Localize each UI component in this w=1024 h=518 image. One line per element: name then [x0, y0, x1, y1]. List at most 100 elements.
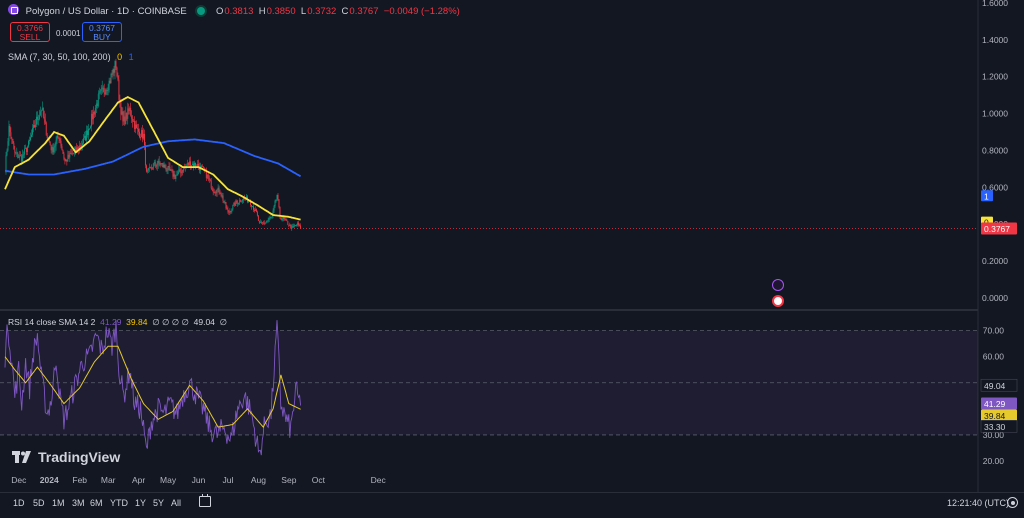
candle-body [300, 225, 302, 229]
us-flag-event-icon[interactable] [772, 295, 784, 307]
candle-body [208, 178, 210, 180]
candle-body [26, 147, 28, 153]
calendar-icon[interactable] [199, 494, 211, 507]
candle-body [121, 111, 123, 115]
candle-body [168, 166, 170, 167]
candle-body [111, 73, 113, 75]
range-button-1y[interactable]: 1Y [135, 498, 146, 508]
range-button-5d[interactable]: 5D [33, 498, 45, 508]
sma-yellow-line [4, 95, 301, 221]
rsi-legend[interactable]: RSI 14 close SMA 14 2 41.29 39.84 ∅ ∅ ∅ … [8, 317, 227, 328]
candle-body [166, 170, 168, 172]
range-button-3m[interactable]: 3M [72, 498, 85, 508]
candle-body [31, 134, 32, 138]
candle-body [158, 160, 160, 164]
candle-body [227, 209, 229, 212]
range-button-6m[interactable]: 6M [90, 498, 103, 508]
tradingview-logo-icon [12, 451, 31, 463]
market-status-icon[interactable] [197, 7, 206, 16]
buy-button[interactable]: 0.3767 BUY [82, 22, 122, 42]
rsi-legend-empty: ∅ ∅ ∅ ∅ [152, 317, 189, 327]
candle-body [85, 135, 86, 141]
candle-body [68, 154, 70, 158]
symbol-legend: Polygon / US Dollar · 1D · COINBASE O0.3… [8, 4, 460, 17]
range-button-ytd[interactable]: YTD [110, 498, 128, 508]
gear-icon[interactable] [1007, 497, 1018, 508]
candle-body [69, 152, 71, 158]
candle-body [162, 163, 164, 168]
candle-body [59, 138, 61, 141]
candle-body [9, 126, 11, 133]
candle-body [278, 199, 280, 207]
polygon-coin-icon [8, 4, 19, 15]
event-flash-icon[interactable] [772, 279, 784, 291]
candle-body [195, 162, 196, 167]
candle-body [167, 166, 169, 171]
candle-body [223, 200, 225, 203]
spread-value: 0.0001 [56, 29, 81, 38]
candle-body [161, 163, 163, 164]
candle-body [109, 80, 111, 84]
rsi-tick-label: 70.00 [983, 326, 1005, 336]
candle-body [94, 108, 96, 115]
chart-area[interactable]: 1.60001.40001.20001.00000.80000.60000.40… [0, 0, 1024, 513]
candle-body [268, 218, 270, 220]
candle-body [28, 141, 30, 147]
candle-body [10, 132, 12, 139]
open-value: 0.3813 [224, 6, 254, 17]
candle-body [202, 166, 204, 168]
candle-body [55, 140, 57, 146]
symbol-title[interactable]: Polygon / US Dollar · 1D · COINBASE [26, 6, 187, 17]
candle-body [290, 224, 292, 229]
candle-body [256, 211, 258, 216]
candle-body [210, 180, 212, 189]
candle-body [83, 138, 85, 144]
range-button-1d[interactable]: 1D [13, 498, 25, 508]
candle-body [54, 145, 56, 148]
candle-body [37, 119, 39, 121]
candle-body [228, 211, 230, 213]
utc-clock[interactable]: 12:21:40 (UTC) [947, 498, 1009, 508]
candle-body [151, 168, 153, 170]
low-label: L [300, 6, 307, 17]
candle-body [135, 124, 137, 130]
candle-body [46, 135, 48, 138]
candle-body [118, 79, 120, 100]
candle-body [30, 137, 31, 141]
candle-body [231, 209, 233, 212]
candle-body [107, 90, 109, 91]
tradingview-logo[interactable]: TradingView [12, 449, 120, 465]
candle-body [39, 111, 41, 116]
candle-body [113, 69, 115, 73]
candle-body [177, 171, 179, 175]
candle-body [36, 116, 38, 120]
candle-body [206, 174, 208, 179]
candle-body [92, 111, 94, 120]
candle-body [15, 152, 17, 154]
candle-body [261, 222, 263, 224]
range-button-1m[interactable]: 1M [52, 498, 65, 508]
candle-body [237, 202, 239, 205]
candle-body [258, 220, 260, 223]
candle-body [93, 111, 95, 115]
candle-body [159, 163, 161, 165]
candle-body [114, 61, 116, 73]
candle-body [143, 133, 145, 146]
price-tick-label: 1.6000 [982, 0, 1008, 8]
candle-body [280, 217, 282, 220]
candle-body [14, 149, 16, 153]
sma-legend[interactable]: SMA (7, 30, 50, 100, 200) 0 1 [8, 52, 134, 62]
candle-body [13, 143, 15, 150]
candle-body [116, 67, 118, 76]
range-button-all[interactable]: All [171, 498, 181, 508]
chart-svg[interactable]: 1.60001.40001.20001.00000.80000.60000.40… [0, 0, 1024, 513]
candle-body [291, 226, 293, 229]
candle-body [212, 189, 214, 192]
candle-body [90, 113, 92, 127]
candle-body [153, 161, 155, 164]
sell-button[interactable]: 0.3766 SELL [10, 22, 50, 42]
candle-body [142, 130, 143, 139]
rsi-band-fill [0, 330, 978, 435]
change-value: −0.0049 (−1.28%) [383, 6, 460, 17]
range-button-5y[interactable]: 5Y [153, 498, 164, 508]
